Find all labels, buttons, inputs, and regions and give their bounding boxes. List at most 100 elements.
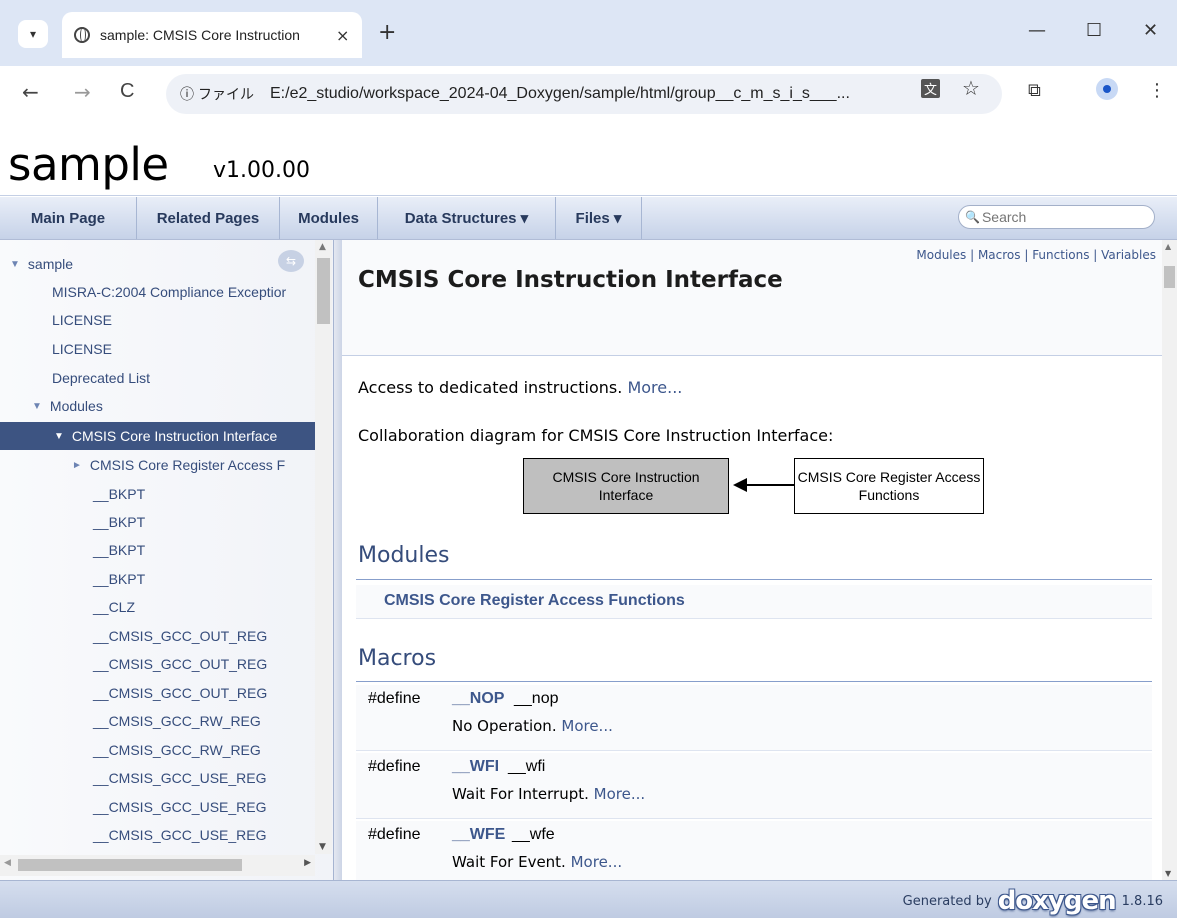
address-bar[interactable]: ⓘ ファイル E:/e2_studio/workspace_2024-04_Do… [166, 74, 1002, 114]
macro-description: Wait For Event. More... [452, 853, 622, 871]
tree-item[interactable]: ► CMSIS Core Register Access F [0, 451, 315, 479]
macro-value: __wfi [508, 758, 546, 775]
doxygen-version: 1.8.16 [1121, 893, 1163, 909]
translate-icon[interactable]: 文 [921, 79, 941, 98]
tree-item[interactable]: __BKPT [0, 536, 315, 564]
profile-icon [1103, 85, 1111, 93]
section-divider [356, 579, 1152, 580]
window-close-icon[interactable]: ✕ [1143, 20, 1158, 41]
macro-row: #define __NOP __nop No Operation. More..… [356, 685, 1152, 751]
more-link[interactable]: More... [627, 378, 682, 397]
tree-horizontal-scrollbar[interactable]: ◀ ▶ [0, 855, 315, 876]
scrollbar-thumb[interactable] [317, 258, 330, 324]
tree-label: CMSIS Core Instruction Interface [71, 428, 278, 444]
collab-caption: Collaboration diagram for CMSIS Core Ins… [358, 426, 834, 445]
footer: Generated by doxygen 1.8.16 [0, 880, 1177, 918]
tree-item[interactable]: __CMSIS_GCC_USE_REG [0, 793, 315, 821]
more-link[interactable]: More... [561, 717, 613, 735]
nav-main-page[interactable]: Main Page [0, 197, 137, 239]
tree-item[interactable]: __CMSIS_GCC_OUT_REG [0, 679, 315, 707]
tree-item[interactable]: __CMSIS_GCC_USE_REG [0, 821, 315, 849]
macro-desc-text: No Operation. [452, 717, 557, 735]
summary-links[interactable]: Modules | Macros | Functions | Variables [916, 248, 1156, 262]
tab-search-button[interactable]: ▾ [18, 20, 48, 48]
extensions-icon[interactable]: ⧉ [1028, 80, 1041, 101]
tree-item[interactable]: __CMSIS_GCC_OUT_REG [0, 622, 315, 650]
macro-desc-text: Wait For Interrupt. [452, 785, 589, 803]
more-link[interactable]: More... [594, 785, 646, 803]
tree-item[interactable]: __BKPT [0, 480, 315, 508]
expanded-arrow-icon[interactable]: ▼ [54, 431, 64, 442]
tree-label: MISRA-C:2004 Compliance Exceptior [52, 284, 287, 300]
tree-vertical-scrollbar[interactable]: ▲ ▼ [315, 240, 332, 854]
tree-item[interactable]: __CMSIS_GCC_RW_REG [0, 736, 315, 764]
search-icon[interactable]: 🔍 [965, 210, 980, 224]
page-title: CMSIS Core Instruction Interface [358, 267, 783, 293]
tree-item[interactable]: MISRA-C:2004 Compliance Exceptior [0, 278, 315, 306]
collapsed-arrow-icon[interactable]: ► [72, 460, 82, 471]
generated-by-text: Generated by [902, 893, 992, 909]
nav-related-pages[interactable]: Related Pages [137, 197, 280, 239]
url-text[interactable]: E:/e2_studio/workspace_2024-04_Doxygen/s… [270, 85, 850, 103]
search-box[interactable]: 🔍 [958, 205, 1155, 229]
scrollbar-thumb[interactable] [1164, 266, 1175, 288]
reload-icon[interactable]: C [120, 80, 134, 103]
profile-avatar[interactable] [1096, 78, 1118, 100]
tree-label: sample [27, 256, 74, 272]
tree-label: __CMSIS_GCC_OUT_REG [93, 628, 268, 644]
tree-label: LICENSE [52, 312, 112, 328]
tree-item[interactable]: __CLZ [0, 593, 315, 621]
tab-close-icon[interactable]: × [336, 26, 349, 45]
more-link[interactable]: More... [571, 853, 623, 871]
tree-label: CMSIS Core Register Access F [89, 457, 286, 473]
nav-modules[interactable]: Modules [280, 197, 378, 239]
scroll-down-icon[interactable]: ▼ [1165, 869, 1171, 878]
new-tab-button[interactable]: + [378, 20, 396, 45]
tree-item[interactable]: LICENSE [0, 335, 315, 363]
scroll-left-icon[interactable]: ◀ [4, 858, 11, 868]
info-icon[interactable]: ⓘ [180, 84, 194, 104]
tree-item-selected[interactable]: ▼ CMSIS Core Instruction Interface [0, 422, 315, 450]
tree-root[interactable]: ▼ sample [0, 250, 315, 278]
expanded-arrow-icon[interactable]: ▼ [10, 259, 20, 270]
expanded-arrow-icon[interactable]: ▼ [32, 401, 42, 412]
module-link[interactable]: CMSIS Core Register Access Functions [384, 592, 685, 610]
macro-name-link[interactable]: __NOP [452, 690, 504, 708]
scrollbar-thumb[interactable] [18, 859, 242, 871]
main-content: Modules | Macros | Functions | Variables… [342, 240, 1162, 880]
nav-files[interactable]: Files ▾ [556, 197, 642, 239]
bookmark-star-icon[interactable]: ☆ [962, 76, 980, 100]
maximize-icon[interactable]: ☐ [1086, 20, 1102, 41]
search-input[interactable] [981, 209, 1132, 225]
split-bar[interactable] [334, 240, 342, 880]
scroll-up-icon[interactable]: ▲ [1165, 242, 1171, 251]
nav-data-structures[interactable]: Data Structures ▾ [378, 197, 556, 239]
project-header: sample v1.00.00 [0, 122, 1177, 196]
macro-name-link[interactable]: __WFI [452, 758, 499, 776]
scroll-right-icon[interactable]: ▶ [304, 858, 311, 868]
tree-item[interactable]: Deprecated List [0, 364, 315, 392]
content-vertical-scrollbar[interactable]: ▲ ▼ [1162, 240, 1177, 880]
forward-icon[interactable]: → [74, 80, 91, 104]
tree-item-modules[interactable]: ▼ Modules [0, 392, 315, 420]
scroll-up-icon[interactable]: ▲ [319, 242, 326, 252]
macro-name-link[interactable]: __WFE [452, 826, 505, 844]
brief-text: Access to dedicated instructions. [358, 378, 623, 397]
back-icon[interactable]: ← [22, 80, 39, 104]
macro-row: #define __WFI __wfi Wait For Interrupt. … [356, 753, 1152, 819]
tree-item[interactable]: LICENSE [0, 306, 315, 334]
main-navbar: Main Page Related Pages Modules Data Str… [0, 197, 1177, 240]
browser-tab-active[interactable]: sample: CMSIS Core Instruction × [62, 12, 362, 58]
tree-item[interactable]: __CMSIS_GCC_RW_REG [0, 707, 315, 735]
module-row: CMSIS Core Register Access Functions [356, 585, 1152, 619]
generated-by: Generated by doxygen 1.8.16 [902, 888, 1163, 914]
tree-item[interactable]: __CMSIS_GCC_OUT_REG [0, 650, 315, 678]
browser-menu-icon[interactable]: ⋮ [1148, 80, 1166, 101]
tree-item[interactable]: __CMSIS_GCC_USE_REG [0, 764, 315, 792]
minimize-icon[interactable]: — [1028, 20, 1046, 41]
scroll-down-icon[interactable]: ▼ [319, 842, 326, 852]
tree-item[interactable]: __BKPT [0, 565, 315, 593]
tree-item[interactable]: __BKPT [0, 508, 315, 536]
diagram-node-register-access[interactable]: CMSIS Core Register Access Functions [794, 458, 984, 514]
doxygen-logo[interactable]: doxygen [998, 888, 1117, 914]
